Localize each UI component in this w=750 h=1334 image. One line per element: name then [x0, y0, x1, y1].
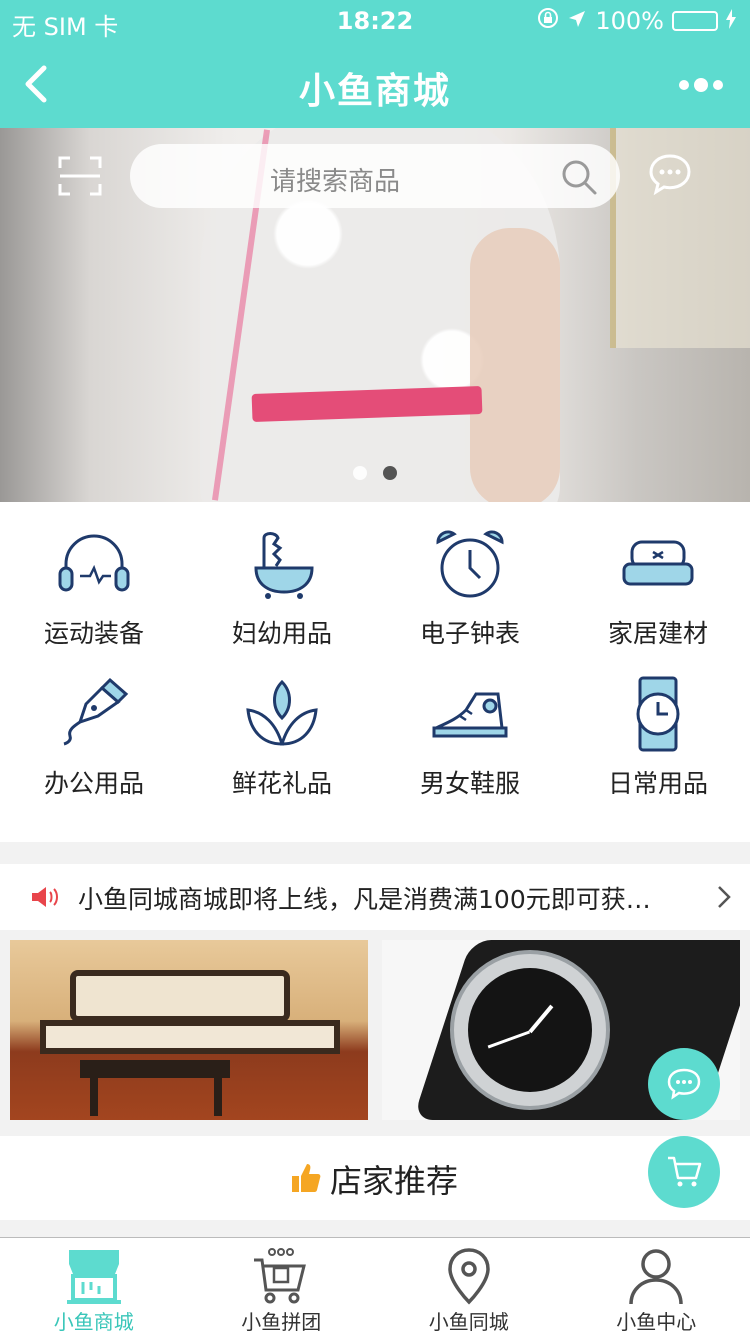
recommend-section-header: 店家推荐	[0, 1136, 750, 1220]
status-bar: 无 SIM 卡 18:22 100%	[0, 0, 750, 41]
category-label: 男女鞋服	[419, 769, 520, 798]
category-label: 鲜花礼品	[231, 769, 332, 798]
sofa-icon	[622, 540, 694, 586]
tab-label: 小鱼商城	[53, 1310, 134, 1334]
lotus-icon	[246, 679, 318, 746]
category-office[interactable]: 办公用品	[0, 652, 188, 802]
tab-local[interactable]: 小鱼同城	[375, 1238, 563, 1334]
cart-fab-button[interactable]	[648, 1136, 720, 1208]
category-daily[interactable]: 日常用品	[564, 652, 750, 802]
store-icon	[66, 1250, 121, 1304]
coffee-table	[80, 1060, 230, 1078]
status-right: 100%	[537, 7, 736, 35]
table-leg	[90, 1076, 98, 1116]
banner-arm	[470, 228, 560, 502]
recommend-title: 店家推荐	[330, 1162, 459, 1200]
lock-rotation-icon	[537, 7, 559, 35]
sofa-seat	[40, 1020, 340, 1054]
user-icon	[629, 1249, 683, 1305]
charging-icon	[726, 7, 736, 35]
banner-pagination	[0, 466, 750, 480]
table-leg	[214, 1076, 222, 1116]
search-icon[interactable]	[560, 158, 598, 196]
category-label: 电子钟表	[419, 619, 520, 648]
cart-icon	[668, 1156, 702, 1187]
category-label: 办公用品	[43, 769, 144, 798]
more-icon[interactable]	[676, 70, 726, 100]
speaker-icon	[32, 887, 58, 907]
battery-icon	[672, 11, 718, 31]
watch-icon	[636, 676, 680, 752]
announcement-bar[interactable]: 小鱼同城商城即将上线，凡是消费满100元即可获…	[0, 864, 750, 930]
sofa-back	[70, 970, 290, 1022]
promo-furniture-image[interactable]	[10, 940, 368, 1120]
nav-bar: 小鱼商城	[0, 40, 750, 128]
group-cart-icon	[254, 1248, 307, 1304]
announcement-text: 小鱼同城商城即将上线，凡是消费满100元即可获…	[78, 885, 651, 914]
category-grid: 运动装备 妇幼用品 电子钟表 家居建材 办公用品 鲜花礼品 男女鞋服 日常用品	[0, 502, 750, 842]
category-sports[interactable]: 运动装备	[0, 502, 188, 652]
category-label: 家居建材	[607, 619, 708, 648]
scan-icon[interactable]	[58, 156, 102, 196]
category-maternal[interactable]: 妇幼用品	[188, 502, 376, 652]
chat-fab-button[interactable]	[648, 1048, 720, 1120]
chat-bubble-icon	[667, 1068, 701, 1100]
baby-bath-icon	[254, 532, 314, 599]
sneaker-icon	[432, 692, 508, 738]
search-placeholder: 请搜索商品	[269, 167, 400, 197]
search-bar[interactable]: 请搜索商品	[130, 144, 620, 208]
pen-icon	[63, 677, 129, 746]
tab-store[interactable]: 小鱼商城	[0, 1238, 188, 1334]
tab-profile[interactable]: 小鱼中心	[563, 1238, 750, 1334]
location-arrow-icon	[567, 7, 587, 35]
location-pin-icon	[447, 1248, 490, 1305]
page-title: 小鱼商城	[298, 71, 451, 112]
category-label: 妇幼用品	[231, 619, 332, 648]
banner-dot-1[interactable]	[353, 466, 367, 480]
category-clocks[interactable]: 电子钟表	[376, 502, 564, 652]
message-icon[interactable]	[648, 152, 692, 196]
category-flowers[interactable]: 鲜花礼品	[188, 652, 376, 802]
tab-label: 小鱼同城	[428, 1310, 509, 1334]
category-home[interactable]: 家居建材	[564, 502, 750, 652]
top-bar: 无 SIM 卡 18:22 100% 小鱼商城	[0, 0, 750, 128]
alarm-clock-icon	[436, 530, 504, 598]
headphones-icon	[58, 534, 130, 592]
bottom-tab-bar: 小鱼商城 小鱼拼团 小鱼同城 小鱼中心	[0, 1237, 750, 1334]
category-apparel[interactable]: 男女鞋服	[376, 652, 564, 802]
tab-label: 小鱼拼团	[241, 1310, 322, 1334]
tab-group-buy[interactable]: 小鱼拼团	[188, 1238, 376, 1334]
thumbs-up-icon	[292, 1164, 321, 1192]
battery-percent: 100%	[595, 7, 664, 35]
banner-dot-2[interactable]	[383, 466, 397, 480]
category-label: 日常用品	[607, 769, 708, 798]
category-label: 运动装备	[43, 619, 144, 648]
chevron-right-icon[interactable]	[716, 884, 732, 910]
tab-label: 小鱼中心	[616, 1310, 697, 1334]
